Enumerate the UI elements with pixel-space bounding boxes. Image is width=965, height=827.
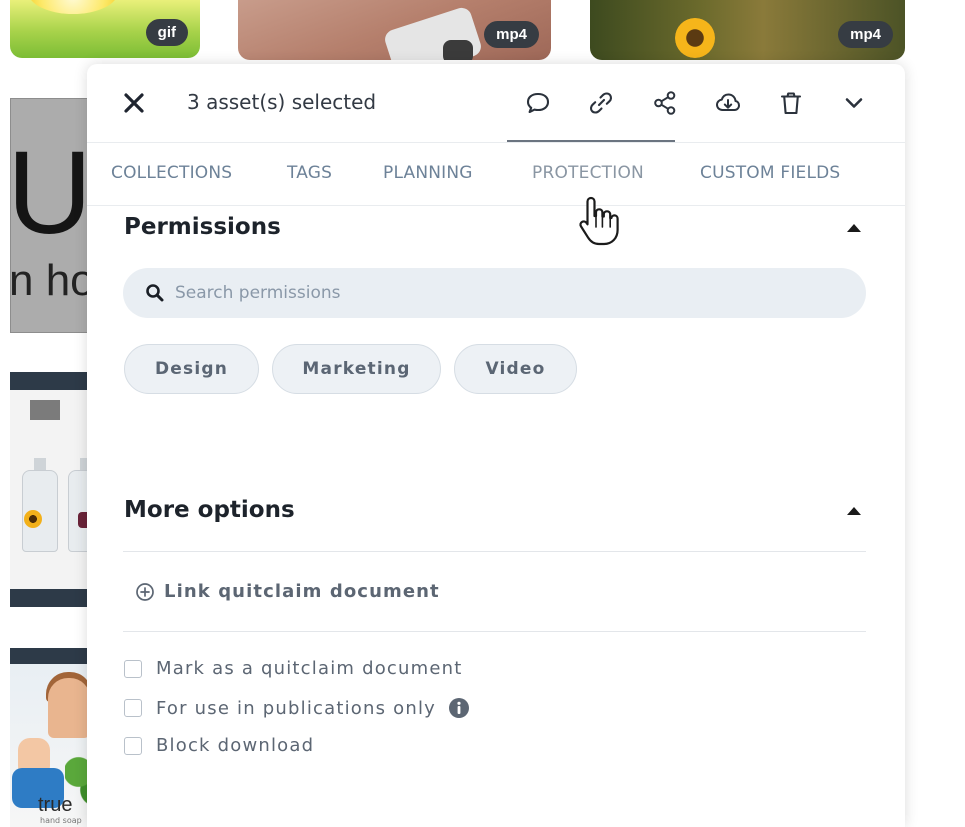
copy-link-button[interactable]	[584, 86, 618, 120]
checkbox-label: Block download	[156, 735, 315, 756]
permission-chip-design[interactable]: Design	[124, 344, 259, 394]
tab-planning[interactable]: PLANNING	[383, 163, 473, 183]
chevron-down-icon	[845, 98, 863, 108]
asset-thumbnail-gif[interactable]: gif	[10, 0, 200, 58]
share-button[interactable]	[648, 86, 682, 120]
collapse-permissions-button[interactable]	[847, 224, 861, 232]
option-block-download: Block download	[124, 735, 314, 756]
asset-thumbnail-video[interactable]: mp4	[590, 0, 905, 60]
more-actions-button[interactable]	[837, 86, 871, 120]
lemon-image	[28, 0, 118, 14]
sunflower-image	[675, 18, 715, 58]
file-type-badge: mp4	[838, 21, 893, 48]
brand-subtext: hand soap	[40, 816, 82, 825]
tab-collections[interactable]: COLLECTIONS	[111, 163, 232, 183]
permission-chip-marketing[interactable]: Marketing	[272, 344, 441, 394]
checkbox-label: Mark as a quitclaim document	[156, 658, 463, 679]
publications-only-checkbox[interactable]	[124, 699, 142, 717]
section-divider	[123, 631, 866, 632]
block-download-checkbox[interactable]	[124, 736, 142, 755]
link-icon	[589, 92, 613, 114]
close-button[interactable]	[121, 90, 147, 116]
poster-letter: U	[10, 127, 93, 259]
comment-button[interactable]	[521, 86, 555, 120]
tab-protection[interactable]: PROTECTION	[532, 163, 644, 183]
search-permissions-input[interactable]	[175, 268, 845, 318]
close-icon	[124, 93, 144, 113]
bulk-edit-panel: 3 asset(s) selected COLLECTIONS TAGS PLA…	[87, 64, 905, 827]
collapse-more-options-button[interactable]	[847, 507, 861, 515]
tab-bar: COLLECTIONS TAGS PLANNING PROTECTION CUS…	[87, 142, 905, 206]
mark-quitclaim-checkbox[interactable]	[124, 659, 142, 678]
poster-text: n ho	[10, 256, 95, 305]
file-type-badge: gif	[145, 19, 188, 46]
photo-woman-shape	[48, 678, 90, 738]
plus-circle-icon	[136, 582, 154, 601]
option-publications-only: For use in publications only	[124, 697, 470, 719]
delete-button[interactable]	[774, 86, 808, 120]
selection-count: 3 asset(s) selected	[187, 90, 377, 114]
file-type-badge: mp4	[484, 21, 539, 48]
tab-custom-fields[interactable]: CUSTOM FIELDS	[700, 163, 840, 183]
section-divider	[123, 551, 866, 552]
panel-toolbar: 3 asset(s) selected	[87, 64, 905, 143]
permissions-heading: Permissions	[124, 214, 281, 240]
asset-thumbnail-video[interactable]: mp4	[238, 0, 551, 60]
permissions-search	[123, 268, 866, 318]
checkbox-label: For use in publications only	[156, 697, 437, 719]
tab-tags[interactable]: TAGS	[287, 163, 332, 183]
option-mark-quitclaim: Mark as a quitclaim document	[124, 658, 462, 679]
info-icon[interactable]	[448, 697, 470, 719]
link-quitclaim-label: Link quitclaim document	[164, 581, 440, 602]
permission-chip-video[interactable]: Video	[454, 344, 577, 394]
link-quitclaim-button[interactable]: Link quitclaim document	[135, 581, 440, 602]
tile-tag-shape	[30, 400, 60, 420]
more-options-heading: More options	[124, 497, 295, 523]
thumbnail-phone-shape	[443, 40, 473, 60]
trash-icon	[780, 92, 802, 115]
download-cloud-icon	[716, 93, 740, 111]
download-button[interactable]	[711, 86, 745, 120]
search-icon	[146, 284, 164, 302]
sunflower-label	[24, 510, 42, 528]
comment-icon	[526, 92, 550, 114]
brand-text: true	[38, 794, 73, 816]
share-icon	[654, 91, 676, 115]
